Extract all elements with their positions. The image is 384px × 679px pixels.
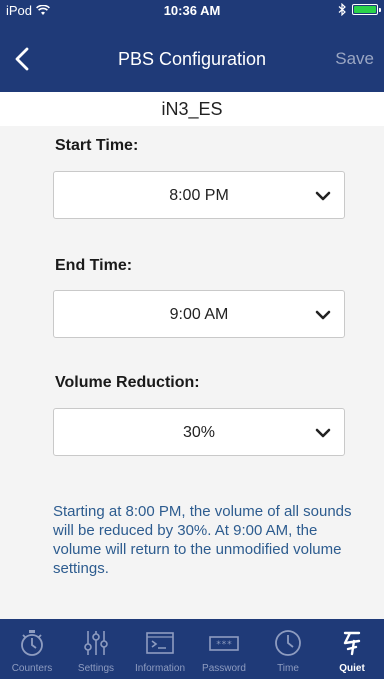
save-button[interactable]: Save xyxy=(335,20,374,98)
status-time: 10:36 AM xyxy=(163,3,221,18)
tab-label: Time xyxy=(277,663,299,674)
bluetooth-icon xyxy=(338,3,346,16)
device-name: iN3_ES xyxy=(0,92,384,126)
quiet-icon xyxy=(343,631,361,656)
volume-reduction-select[interactable]: 30% xyxy=(53,408,345,456)
stopwatch-icon xyxy=(21,630,43,656)
start-time-select[interactable]: 8:00 PM xyxy=(53,171,345,219)
tab-password[interactable]: *** Password xyxy=(192,619,256,679)
terminal-icon xyxy=(146,632,174,654)
status-bar: iPod 10:36 AM xyxy=(0,0,384,20)
page-title: PBS Configuration xyxy=(117,49,267,69)
clock-icon xyxy=(275,630,301,656)
status-right xyxy=(338,3,381,16)
chevron-down-icon xyxy=(315,191,331,201)
chevron-down-icon xyxy=(315,428,331,438)
tab-bar: Counters Settings Information *** Passwo… xyxy=(0,619,384,679)
volume-reduction-label: Volume Reduction: xyxy=(55,374,200,391)
tab-time[interactable]: Time xyxy=(256,619,320,679)
svg-text:***: *** xyxy=(216,640,232,650)
tab-information[interactable]: Information xyxy=(128,619,192,679)
tab-label: Information xyxy=(134,663,186,674)
battery-icon xyxy=(352,4,381,15)
start-time-label: Start Time: xyxy=(55,137,139,154)
end-time-value: 9:00 AM xyxy=(169,306,229,323)
tab-label: Settings xyxy=(77,663,115,674)
tab-label: Counters xyxy=(11,663,53,674)
volume-reduction-value: 30% xyxy=(182,424,216,441)
end-time-label: End Time: xyxy=(55,257,133,274)
configuration-form: Start Time: 8:00 PM End Time: 9:00 AM Vo… xyxy=(0,126,384,619)
password-icon: *** xyxy=(209,636,239,651)
tab-counters[interactable]: Counters xyxy=(0,619,64,679)
chevron-down-icon xyxy=(315,310,331,320)
tab-label: Password xyxy=(202,663,246,674)
tab-settings[interactable]: Settings xyxy=(64,619,128,679)
end-time-select[interactable]: 9:00 AM xyxy=(53,290,345,338)
schedule-description: Starting at 8:00 PM, the volume of all s… xyxy=(53,503,352,577)
nav-bar: PBS Configuration Save xyxy=(0,20,384,98)
sliders-icon xyxy=(84,631,108,655)
tab-quiet[interactable]: Quiet xyxy=(320,619,384,679)
start-time-value: 8:00 PM xyxy=(169,187,229,204)
tab-label: Quiet xyxy=(339,663,365,674)
